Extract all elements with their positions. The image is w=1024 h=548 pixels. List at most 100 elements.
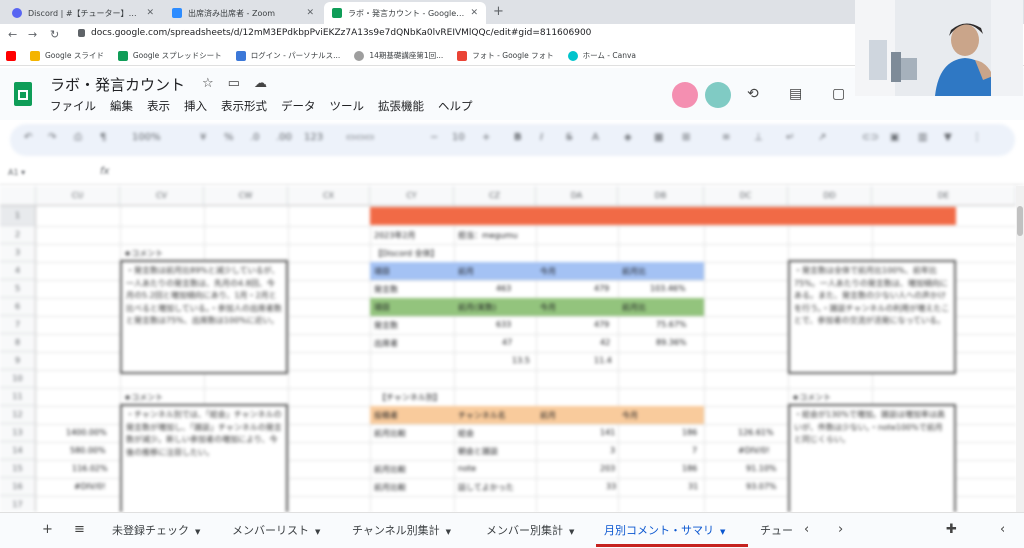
strikethrough-icon[interactable]: S <box>566 132 572 143</box>
menu-help[interactable]: ヘルプ <box>438 98 473 114</box>
column-header[interactable]: CY <box>370 186 454 206</box>
italic-icon[interactable]: I <box>540 132 543 143</box>
forward-icon[interactable]: → <box>28 28 37 41</box>
new-tab-button[interactable]: + <box>493 4 504 19</box>
redo-icon[interactable]: ↷ <box>48 132 56 143</box>
fill-color-icon[interactable]: ◈ <box>624 132 632 143</box>
menu-tools[interactable]: ツール <box>330 98 365 114</box>
menu-view[interactable]: 表示 <box>147 98 170 114</box>
row-header[interactable]: 4 <box>0 262 36 280</box>
column-header[interactable]: CU <box>36 186 120 206</box>
borders-icon[interactable]: ▦ <box>654 132 663 143</box>
zoom-select[interactable]: 100% <box>132 132 161 143</box>
comment-box[interactable]: ・発言数は全体で前月比100%、前年比75%。一人あたりの発言数は、増加傾向にあ… <box>788 260 956 374</box>
column-header[interactable]: DD <box>788 186 872 206</box>
browser-tab-sheets[interactable]: ラボ・発言カウント - Google スプレッ ✕ <box>324 2 486 24</box>
folder-icon[interactable]: ▭ <box>228 76 240 91</box>
reload-icon[interactable]: ↻ <box>50 28 59 41</box>
bookmark-photos[interactable]: フォト - Google フォト <box>457 50 554 61</box>
filter-icon[interactable]: ▼ <box>944 132 952 143</box>
chevron-down-icon[interactable]: ▼ <box>195 528 200 536</box>
row-header[interactable]: 6 <box>0 298 36 316</box>
comment-icon[interactable]: ▤ <box>789 86 802 102</box>
row-header[interactable]: 15 <box>0 460 36 478</box>
browser-tab-discord[interactable]: Discord | #【チューター】運営mtg | ホ ✕ <box>4 2 162 24</box>
row-header[interactable]: 12 <box>0 406 36 424</box>
collaborator-avatar[interactable] <box>705 82 731 108</box>
chart-icon[interactable]: ▥ <box>918 132 927 143</box>
comment-box[interactable]: ・発言数は前月比89%と減少しているが、一人あたりの発言数は、先月の4.8回、今… <box>120 260 288 374</box>
sheet-tab[interactable]: 未登録チェック ▼ <box>112 522 200 538</box>
meet-icon[interactable]: ▢ <box>832 86 845 102</box>
comment-add-icon[interactable]: ▣ <box>890 132 899 143</box>
all-sheets-icon[interactable]: ≡ <box>74 522 85 537</box>
collaborator-avatar[interactable] <box>672 82 698 108</box>
font-size-field[interactable]: 10 <box>452 132 465 143</box>
comment-box[interactable]: ・チャンネル別では、「総会」チャンネルの発言数が増加し、「雑談」チャンネルの発言… <box>120 404 288 512</box>
scroll-left-icon[interactable]: ‹ <box>804 522 809 537</box>
row-header[interactable]: 10 <box>0 370 36 388</box>
text-color-icon[interactable]: A <box>592 132 599 143</box>
font-select[interactable]: ▭▭▭ <box>346 132 374 143</box>
column-header[interactable]: CV <box>120 186 204 206</box>
row-header[interactable]: 9 <box>0 352 36 370</box>
bookmark-youtube[interactable] <box>6 50 16 61</box>
document-title[interactable]: ラボ・発言カウント <box>50 74 185 95</box>
merge-icon[interactable]: ⊞ <box>682 132 690 143</box>
link-icon[interactable]: ⊂⊃ <box>862 132 879 143</box>
spreadsheet-grid[interactable]: CU CV CW CX CY CZ DA DB DC DD DE 1 2 3 4… <box>0 186 1016 512</box>
back-icon[interactable]: ← <box>8 28 17 41</box>
paint-format-icon[interactable]: ¶ <box>100 132 106 143</box>
row-header[interactable]: 16 <box>0 478 36 496</box>
undo-icon[interactable]: ↶ <box>24 132 32 143</box>
align-icon[interactable]: ≡ <box>722 132 730 143</box>
scroll-right-icon[interactable]: › <box>838 522 843 537</box>
name-box[interactable]: A1 ▾ <box>8 168 25 177</box>
row-header[interactable]: 5 <box>0 280 36 298</box>
bookmark-login[interactable]: ログイン - パーソナルス... <box>235 50 340 61</box>
row-header[interactable]: 8 <box>0 334 36 352</box>
rotate-icon[interactable]: ↗ <box>818 132 826 143</box>
row-header[interactable]: 3 <box>0 244 36 262</box>
column-header[interactable]: CW <box>204 186 288 206</box>
decimal-icon[interactable]: .0 <box>250 132 260 143</box>
explore-icon[interactable]: ✚ <box>946 522 957 537</box>
sheet-tab[interactable]: メンバー別集計 ▼ <box>486 522 574 538</box>
bookmark-sheets[interactable]: Google スプレッドシート <box>117 50 222 61</box>
row-header[interactable]: 17 <box>0 496 36 512</box>
select-all-corner[interactable] <box>0 186 36 206</box>
menu-insert[interactable]: 挿入 <box>184 98 207 114</box>
menu-format[interactable]: 表示形式 <box>221 98 267 114</box>
history-icon[interactable]: ⟲ <box>747 86 759 102</box>
row-header[interactable]: 2 <box>0 226 36 244</box>
column-header[interactable]: DA <box>536 186 618 206</box>
decrease-font-icon[interactable]: − <box>430 132 438 143</box>
row-header[interactable]: 14 <box>0 442 36 460</box>
row-header[interactable]: 7 <box>0 316 36 334</box>
bookmark-course[interactable]: 14期基礎講座第1回... <box>354 50 443 61</box>
sheet-tab[interactable]: メンバーリスト ▼ <box>232 522 320 538</box>
chevron-down-icon[interactable]: ▼ <box>720 528 725 536</box>
chevron-down-icon[interactable]: ▼ <box>569 528 574 536</box>
menu-file[interactable]: ファイル <box>50 98 96 114</box>
number-format-icon[interactable]: 123 <box>304 132 323 143</box>
more-icon[interactable]: ⋮ <box>972 132 982 143</box>
menu-extensions[interactable]: 拡張機能 <box>378 98 424 114</box>
column-header[interactable]: DE <box>872 186 1016 206</box>
bookmark-canva[interactable]: ホーム - Canva <box>567 50 636 61</box>
bookmark-slides[interactable]: Google スライド <box>30 50 104 61</box>
decimal-icon[interactable]: .00 <box>276 132 292 143</box>
percent-icon[interactable]: % <box>224 132 234 143</box>
column-header[interactable]: DC <box>704 186 788 206</box>
url-field[interactable]: docs.google.com/spreadsheets/d/12mM3EPdk… <box>78 28 591 38</box>
chevron-down-icon[interactable]: ▼ <box>446 528 451 536</box>
menu-edit[interactable]: 編集 <box>110 98 133 114</box>
sheet-tab[interactable]: チュー <box>760 522 793 538</box>
star-icon[interactable]: ☆ <box>202 76 214 91</box>
add-sheet-button[interactable]: + <box>42 522 53 537</box>
comment-box[interactable]: ・総会が130%で増加。雑談は増加率は高いが、件数は少ない。・note100%で… <box>788 404 956 512</box>
row-header[interactable]: 11 <box>0 388 36 406</box>
currency-icon[interactable]: ¥ <box>200 132 206 143</box>
print-icon[interactable]: ⎙ <box>74 132 82 143</box>
close-icon[interactable]: ✕ <box>470 8 478 18</box>
